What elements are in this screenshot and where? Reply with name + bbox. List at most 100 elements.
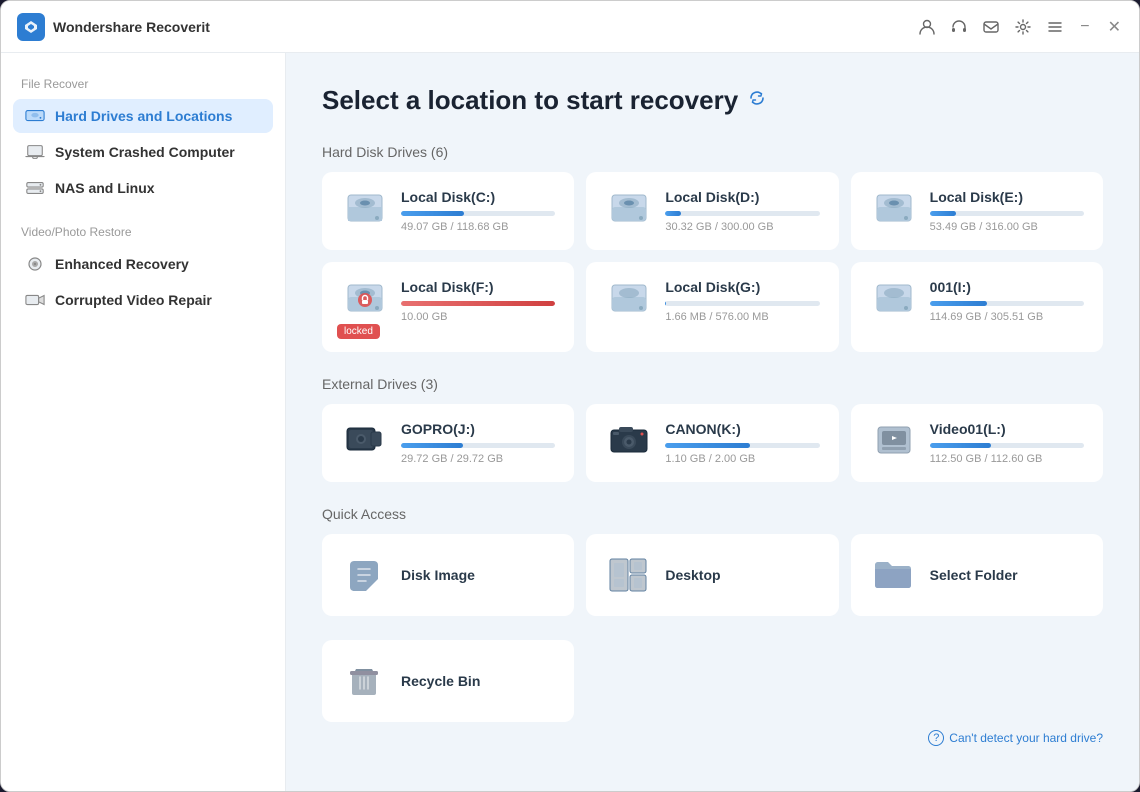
canon-size: 1.10 GB / 2.00 GB xyxy=(665,453,819,465)
disk-icon-f xyxy=(341,279,389,319)
disk-e-progress xyxy=(930,211,1084,216)
bottom-hint: ? Can't detect your hard drive? xyxy=(322,722,1103,746)
logo-icon xyxy=(17,13,45,41)
sidebar-item-system-crashed[interactable]: System Crashed Computer xyxy=(13,135,273,169)
nas-icon xyxy=(25,180,45,196)
drive-card-gopro[interactable]: GOPRO(J:) 29.72 GB / 29.72 GB xyxy=(322,404,574,482)
hint-question-icon: ? xyxy=(928,730,944,746)
disk-d-name: Local Disk(D:) xyxy=(665,189,819,205)
folder-icon xyxy=(870,555,916,595)
disk-c-name: Local Disk(C:) xyxy=(401,189,555,205)
content-area: Select a location to start recovery Hard… xyxy=(286,53,1139,791)
recycle-bin-row: Recycle Bin xyxy=(322,640,1103,722)
disk-icon-e xyxy=(870,189,918,229)
quick-desktop[interactable]: Desktop xyxy=(586,534,838,616)
sidebar-item-nas-linux[interactable]: NAS and Linux xyxy=(13,171,273,205)
canon-icon xyxy=(605,421,653,461)
canon-name: CANON(K:) xyxy=(665,421,819,437)
video01-progress xyxy=(930,443,1084,448)
drive-card-f[interactable]: Local Disk(F:) 10.00 GB locked xyxy=(322,262,574,352)
disk-e-name: Local Disk(E:) xyxy=(930,189,1084,205)
gopro-progress xyxy=(401,443,555,448)
disk-g-progress xyxy=(665,301,819,306)
hard-disk-grid: Local Disk(C:) 49.07 GB / 118.68 GB xyxy=(322,172,1103,352)
title-bar-controls: − ✕ xyxy=(918,17,1123,37)
recycle-bin-label: Recycle Bin xyxy=(401,673,480,689)
disk-f-size: 10.00 GB xyxy=(401,311,555,323)
gear-icon[interactable] xyxy=(1014,18,1032,36)
gopro-size: 29.72 GB / 29.72 GB xyxy=(401,453,555,465)
disk-e-size: 53.49 GB / 316.00 GB xyxy=(930,221,1084,233)
gopro-name: GOPRO(J:) xyxy=(401,421,555,437)
recycle-bin-icon xyxy=(341,661,387,701)
disk-c-size: 49.07 GB / 118.68 GB xyxy=(401,221,555,233)
disk-i-name: 001(I:) xyxy=(930,279,1084,295)
profile-icon[interactable] xyxy=(918,18,936,36)
mail-icon[interactable] xyxy=(982,18,1000,36)
video01-name: Video01(L:) xyxy=(930,421,1084,437)
drive-card-d[interactable]: Local Disk(D:) 30.32 GB / 300.00 GB xyxy=(586,172,838,250)
sidebar-item-corrupted-video[interactable]: Corrupted Video Repair xyxy=(13,283,273,317)
gopro-icon xyxy=(341,421,389,461)
quick-disk-image[interactable]: Disk Image xyxy=(322,534,574,616)
locked-badge: locked xyxy=(337,324,380,339)
disk-icon-g xyxy=(605,279,653,319)
system-crashed-icon xyxy=(25,144,45,160)
disk-i-size: 114.69 GB / 305.51 GB xyxy=(930,311,1084,323)
title-bar: Wondershare Recoverit − ✕ xyxy=(1,1,1139,53)
video01-icon xyxy=(870,421,918,461)
headset-icon[interactable] xyxy=(950,18,968,36)
disk-image-icon xyxy=(341,555,387,595)
enhanced-recovery-icon xyxy=(25,256,45,272)
drive-card-g[interactable]: Local Disk(G:) 1.66 MB / 576.00 MB xyxy=(586,262,838,352)
drive-card-i[interactable]: 001(I:) 114.69 GB / 305.51 GB xyxy=(851,262,1103,352)
disk-d-size: 30.32 GB / 300.00 GB xyxy=(665,221,819,233)
drive-card-e[interactable]: Local Disk(E:) 53.49 GB / 316.00 GB xyxy=(851,172,1103,250)
sidebar-item-enhanced-recovery[interactable]: Enhanced Recovery xyxy=(13,247,273,281)
external-section-label: External Drives (3) xyxy=(322,376,1103,392)
quick-access-section-label: Quick Access xyxy=(322,506,1103,522)
hard-drive-icon xyxy=(25,108,45,124)
disk-image-label: Disk Image xyxy=(401,567,475,583)
app-name: Wondershare Recoverit xyxy=(53,19,210,35)
app-window: Wondershare Recoverit − ✕ F xyxy=(0,0,1140,792)
page-title: Select a location to start recovery xyxy=(322,85,1103,116)
external-drives-grid: GOPRO(J:) 29.72 GB / 29.72 GB xyxy=(322,404,1103,482)
disk-icon-d xyxy=(605,189,653,229)
corrupted-video-icon xyxy=(25,292,45,308)
disk-g-name: Local Disk(G:) xyxy=(665,279,819,295)
drive-card-c[interactable]: Local Disk(C:) 49.07 GB / 118.68 GB xyxy=(322,172,574,250)
app-logo: Wondershare Recoverit xyxy=(17,13,210,41)
sidebar-enhanced-label: Enhanced Recovery xyxy=(55,256,189,272)
disk-icon-c xyxy=(341,189,389,229)
sidebar-nas-label: NAS and Linux xyxy=(55,180,155,196)
main-layout: File Recover Hard Drives and Locations xyxy=(1,53,1139,791)
sidebar-system-crashed-label: System Crashed Computer xyxy=(55,144,235,160)
disk-c-progress xyxy=(401,211,555,216)
refresh-icon[interactable] xyxy=(748,89,766,112)
desktop-label: Desktop xyxy=(665,567,720,583)
quick-access-grid: Disk Image xyxy=(322,534,1103,616)
video-photo-label: Video/Photo Restore xyxy=(13,225,273,239)
quick-select-folder[interactable]: Select Folder xyxy=(851,534,1103,616)
quick-recycle-bin[interactable]: Recycle Bin xyxy=(322,640,574,722)
sidebar-item-hard-drives[interactable]: Hard Drives and Locations xyxy=(13,99,273,133)
cant-detect-link[interactable]: Can't detect your hard drive? xyxy=(949,731,1103,745)
desktop-icon xyxy=(605,555,651,595)
disk-icon-i xyxy=(870,279,918,319)
sidebar: File Recover Hard Drives and Locations xyxy=(1,53,286,791)
minimize-button[interactable]: − xyxy=(1078,18,1091,36)
drive-card-canon[interactable]: CANON(K:) 1.10 GB / 2.00 GB xyxy=(586,404,838,482)
menu-icon[interactable] xyxy=(1046,18,1064,36)
disk-g-size: 1.66 MB / 576.00 MB xyxy=(665,311,819,323)
canon-progress xyxy=(665,443,819,448)
close-button[interactable]: ✕ xyxy=(1106,17,1123,37)
sidebar-hard-drives-label: Hard Drives and Locations xyxy=(55,108,232,124)
disk-d-progress xyxy=(665,211,819,216)
drive-card-video01[interactable]: Video01(L:) 112.50 GB / 112.60 GB xyxy=(851,404,1103,482)
disk-i-progress xyxy=(930,301,1084,306)
select-folder-label: Select Folder xyxy=(930,567,1018,583)
video01-size: 112.50 GB / 112.60 GB xyxy=(930,453,1084,465)
hard-disk-section-label: Hard Disk Drives (6) xyxy=(322,144,1103,160)
disk-f-progress xyxy=(401,301,555,306)
